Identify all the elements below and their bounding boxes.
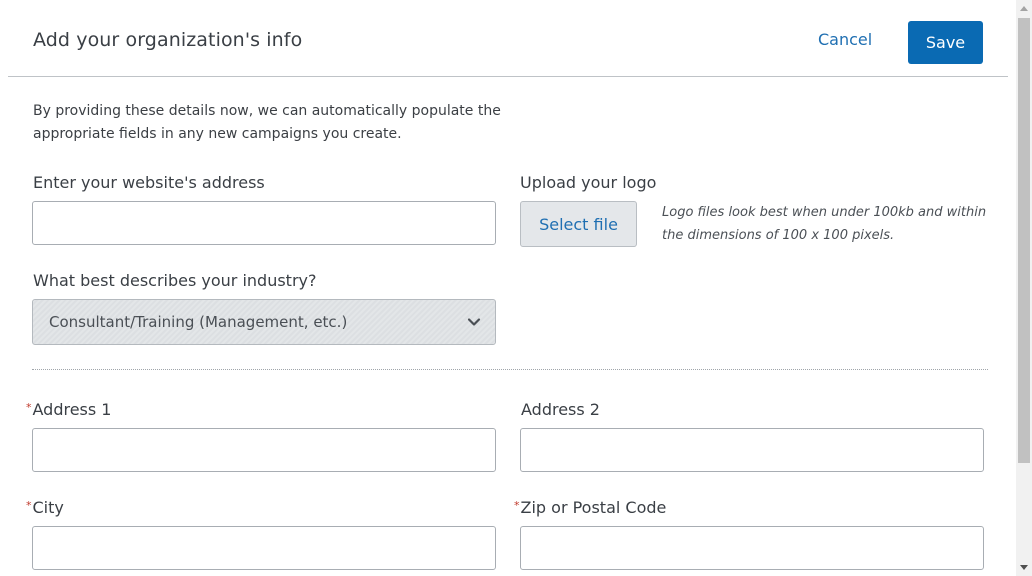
header-divider: [8, 76, 1008, 77]
logo-label: Upload your logo: [520, 173, 657, 192]
scroll-up-arrow-icon[interactable]: [1016, 0, 1032, 16]
intro-text: By providing these details now, we can a…: [33, 103, 501, 142]
address2-input[interactable]: [520, 428, 984, 472]
zip-input[interactable]: [520, 526, 984, 570]
address1-label: *Address 1: [26, 400, 112, 419]
page-title: Add your organization's info: [33, 29, 303, 51]
dialog-header: Add your organization's info Cancel Save: [0, 0, 1016, 76]
cancel-button[interactable]: Cancel: [812, 28, 878, 51]
required-marker: *: [26, 499, 32, 512]
website-label: Enter your website's address: [33, 173, 265, 192]
required-marker: *: [514, 499, 520, 512]
industry-select[interactable]: Consultant/Training (Management, etc.): [32, 299, 496, 345]
address2-label: Address 2: [521, 400, 600, 419]
zip-label: *Zip or Postal Code: [514, 498, 667, 517]
save-button[interactable]: Save: [908, 21, 983, 64]
scroll-down-arrow-icon[interactable]: [1016, 560, 1032, 576]
address1-input[interactable]: [32, 428, 496, 472]
required-marker: *: [26, 401, 32, 414]
select-file-button[interactable]: Select file: [520, 201, 637, 247]
scrollbar-thumb[interactable]: [1018, 18, 1030, 463]
industry-label: What best describes your industry?: [33, 271, 317, 290]
section-divider: [32, 369, 988, 370]
website-input[interactable]: [32, 201, 496, 245]
city-input[interactable]: [32, 526, 496, 570]
logo-hint-text: Logo files look best when under 100kb an…: [662, 205, 987, 243]
chevron-down-icon: [467, 318, 481, 326]
city-label: *City: [26, 498, 64, 517]
industry-select-value: Consultant/Training (Management, etc.): [49, 313, 348, 331]
